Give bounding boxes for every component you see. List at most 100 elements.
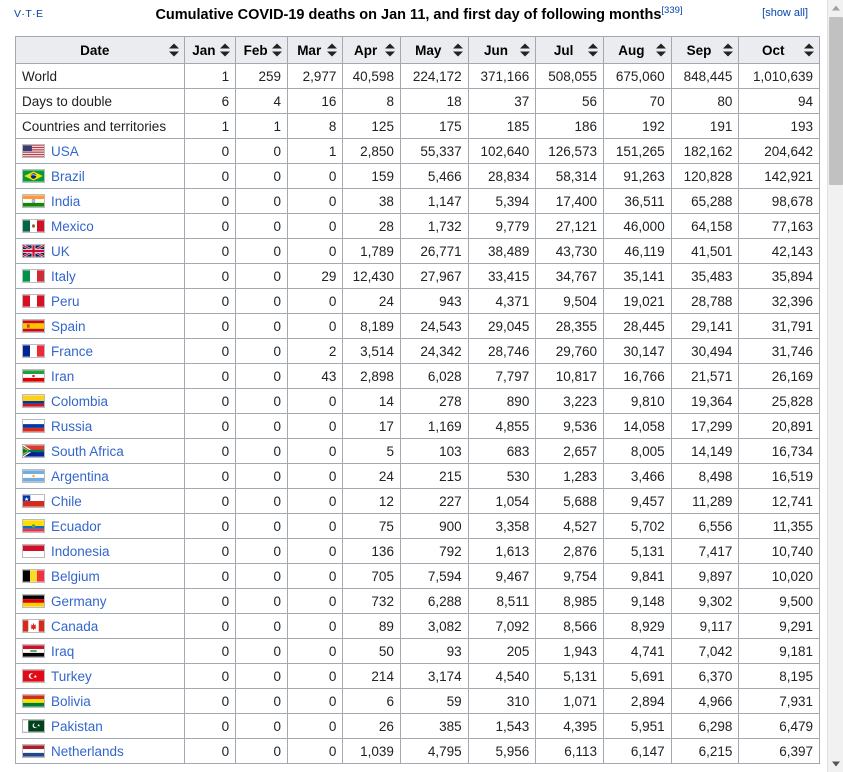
country-link[interactable]: Colombia <box>51 394 108 409</box>
column-header-aug[interactable]: Aug <box>604 37 672 64</box>
sort-icon-oct[interactable] <box>804 44 814 57</box>
value-cell: 259 <box>236 64 288 89</box>
table-row: Countries and territories118125175185186… <box>16 114 820 139</box>
value-cell: 29,760 <box>536 339 604 364</box>
sort-icon-date[interactable] <box>169 44 179 57</box>
value-cell: 136 <box>343 539 401 564</box>
country-link[interactable]: Spain <box>51 319 86 334</box>
value-cell: 0 <box>236 389 288 414</box>
value-cell: 0 <box>236 139 288 164</box>
value-cell: 0 <box>184 364 236 389</box>
value-cell: 193 <box>739 114 820 139</box>
column-header-jan[interactable]: Jan <box>184 37 236 64</box>
row-label-cell: Colombia <box>16 389 185 414</box>
country-link[interactable]: Iraq <box>51 644 74 659</box>
value-cell: 0 <box>236 689 288 714</box>
row-label-cell: France <box>16 339 185 364</box>
sort-icon-sep[interactable] <box>723 44 733 57</box>
vertical-scrollbar[interactable] <box>827 0 843 772</box>
sort-icon-mar[interactable] <box>327 44 337 57</box>
column-header-mar[interactable]: Mar <box>288 37 343 64</box>
country-link[interactable]: UK <box>51 244 70 259</box>
pakistan-flag <box>22 719 45 733</box>
column-header-may-label: May <box>415 43 441 58</box>
sort-icon-apr[interactable] <box>385 44 395 57</box>
value-cell: 214 <box>343 664 401 689</box>
value-cell: 28,445 <box>604 314 672 339</box>
country-link[interactable]: USA <box>51 144 79 159</box>
value-cell: 0 <box>184 214 236 239</box>
citation-ref-339[interactable]: [339] <box>661 5 682 16</box>
value-cell: 37 <box>468 89 536 114</box>
column-header-feb[interactable]: Feb <box>236 37 288 64</box>
country-link[interactable]: Indonesia <box>51 544 110 559</box>
country-link[interactable]: Russia <box>51 419 92 434</box>
value-cell: 24 <box>343 289 401 314</box>
scroll-down-button[interactable] <box>828 756 843 772</box>
value-cell: 29 <box>288 264 343 289</box>
covid-deaths-table-wrapper: Date Jan Feb Mar Apr May Jun Jul Aug Sep… <box>15 36 820 764</box>
country-link[interactable]: Chile <box>51 494 82 509</box>
country-link[interactable]: Germany <box>51 594 107 609</box>
column-header-jun[interactable]: Jun <box>468 37 536 64</box>
show-all-link[interactable]: [show all] <box>762 7 808 19</box>
country-link[interactable]: Mexico <box>51 219 94 234</box>
scroll-up-button[interactable] <box>828 0 843 16</box>
column-header-jul[interactable]: Jul <box>536 37 604 64</box>
sort-icon-may[interactable] <box>453 44 463 57</box>
sort-icon-jan[interactable] <box>220 44 230 57</box>
value-cell: 9,504 <box>536 289 604 314</box>
value-cell: 3,466 <box>604 464 672 489</box>
value-cell: 0 <box>236 589 288 614</box>
value-cell: 175 <box>400 114 468 139</box>
scrollbar-thumb[interactable] <box>829 17 843 185</box>
value-cell: 98,678 <box>739 189 820 214</box>
value-cell: 28,788 <box>671 289 739 314</box>
column-header-apr[interactable]: Apr <box>343 37 401 64</box>
country-link[interactable]: France <box>51 344 93 359</box>
value-cell: 1,169 <box>400 414 468 439</box>
country-link[interactable]: Belgium <box>51 569 100 584</box>
country-link[interactable]: Argentina <box>51 469 109 484</box>
sort-icon-aug[interactable] <box>656 44 666 57</box>
column-header-oct[interactable]: Oct <box>739 37 820 64</box>
column-header-jul-label: Jul <box>554 43 574 58</box>
country-link[interactable]: Netherlands <box>51 744 124 759</box>
sort-icon-feb[interactable] <box>272 44 282 57</box>
table-row: Peru000249434,3719,50419,02128,78832,396 <box>16 289 820 314</box>
country-link[interactable]: Ecuador <box>51 519 101 534</box>
value-cell: 0 <box>236 639 288 664</box>
country-link[interactable]: Iran <box>51 369 74 384</box>
country-link[interactable]: Turkey <box>51 669 92 684</box>
column-header-sep[interactable]: Sep <box>671 37 739 64</box>
value-cell: 40,598 <box>343 64 401 89</box>
country-link[interactable]: India <box>51 194 80 209</box>
row-label-cell: Bolivia <box>16 689 185 714</box>
country-link[interactable]: Bolivia <box>51 694 91 709</box>
value-cell: 5,466 <box>400 164 468 189</box>
value-cell: 6,556 <box>671 514 739 539</box>
turkey-flag <box>22 669 45 683</box>
country-link[interactable]: Brazil <box>51 169 85 184</box>
country-link[interactable]: South Africa <box>51 444 124 459</box>
value-cell: 5,702 <box>604 514 672 539</box>
value-cell: 5,951 <box>604 714 672 739</box>
column-header-may[interactable]: May <box>400 37 468 64</box>
country-link[interactable]: Canada <box>51 619 98 634</box>
value-cell: 43 <box>288 364 343 389</box>
value-cell: 24 <box>343 464 401 489</box>
value-cell: 65,288 <box>671 189 739 214</box>
country-link[interactable]: Peru <box>51 294 80 309</box>
row-label-cell: Peru <box>16 289 185 314</box>
value-cell: 182,162 <box>671 139 739 164</box>
country-link[interactable]: Italy <box>51 269 76 284</box>
country-link[interactable]: Pakistan <box>51 719 103 734</box>
value-cell: 0 <box>236 264 288 289</box>
column-header-date[interactable]: Date <box>16 37 185 64</box>
sort-icon-jul[interactable] <box>588 44 598 57</box>
value-cell: 385 <box>400 714 468 739</box>
value-cell: 16,766 <box>604 364 672 389</box>
value-cell: 142,921 <box>739 164 820 189</box>
sort-icon-jun[interactable] <box>520 44 530 57</box>
value-cell: 1,283 <box>536 464 604 489</box>
